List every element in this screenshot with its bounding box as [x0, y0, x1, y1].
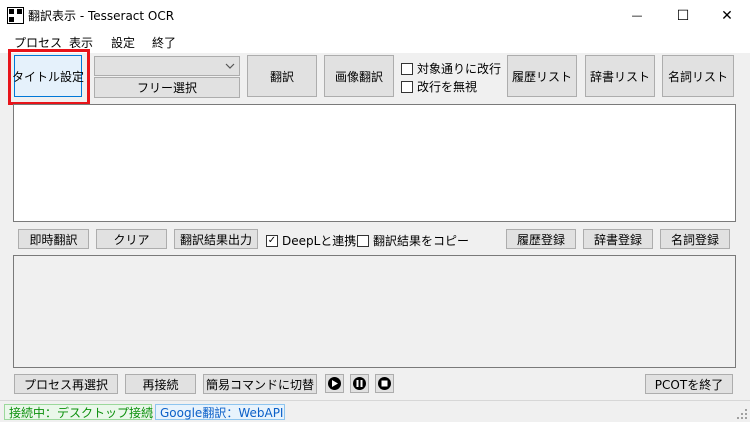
dictionary-list-button[interactable]: 辞書リスト [585, 55, 655, 97]
image-translate-button[interactable]: 画像翻訳 [324, 55, 394, 97]
copy-result-checkbox[interactable]: 翻訳結果をコピー [357, 232, 469, 249]
window-title: 翻訳表示 - Tesseract OCR [28, 9, 175, 23]
deepl-checkbox[interactable]: ✓ DeepLと連携 [266, 232, 356, 249]
minimize-icon: — [631, 9, 643, 22]
menu-bar: プロセス 表示 設定 終了 [0, 31, 750, 53]
free-select-button[interactable]: フリー選択 [94, 77, 240, 98]
reselect-process-button[interactable]: プロセス再選択 [14, 374, 118, 394]
engine-status: Google翻訳：WebAPI [155, 404, 285, 420]
noun-register-button[interactable]: 名詞登録 [660, 229, 730, 249]
maximize-button[interactable]: ☐ [660, 0, 706, 31]
app-icon [7, 7, 24, 24]
copy-result-label: 翻訳結果をコピー [373, 234, 470, 248]
play-button[interactable] [325, 374, 344, 393]
highlight-box [8, 49, 90, 105]
menu-settings[interactable]: 設定 [111, 34, 135, 51]
close-icon: ✕ [721, 7, 733, 24]
line-break-label: 対象通りに改行 [417, 62, 502, 76]
maximize-icon: ☐ [676, 7, 690, 24]
process-combo[interactable] [94, 56, 240, 76]
checkbox-box [357, 234, 369, 247]
status-bar: 接続中：デスクトップ接続 Google翻訳：WebAPI [0, 400, 750, 422]
connection-status: 接続中：デスクトップ接続 [4, 404, 153, 420]
ignore-break-label: 改行を無視 [417, 80, 478, 94]
translate-button[interactable]: 翻訳 [247, 55, 317, 97]
checkbox-box [401, 80, 413, 93]
source-text-area[interactable] [13, 104, 736, 222]
line-break-checkbox[interactable]: 対象通りに改行 [401, 60, 501, 77]
instant-translate-button[interactable]: 即時翻訳 [18, 229, 89, 249]
history-register-button[interactable]: 履歴登録 [506, 229, 576, 249]
pause-icon [353, 377, 366, 390]
result-text-area[interactable] [13, 255, 736, 368]
stop-icon [378, 377, 391, 390]
resize-grip-icon[interactable] [737, 409, 748, 420]
stop-button[interactable] [375, 374, 394, 393]
chevron-down-icon [225, 63, 235, 69]
quit-pcot-button[interactable]: PCOTを終了 [645, 374, 733, 394]
ignore-break-checkbox[interactable]: 改行を無視 [401, 78, 477, 95]
title-bar: 翻訳表示 - Tesseract OCR — ☐ ✕ [0, 0, 750, 31]
output-result-button[interactable]: 翻訳結果出力 [174, 229, 258, 249]
history-list-button[interactable]: 履歴リスト [507, 55, 577, 97]
noun-list-button[interactable]: 名詞リスト [662, 55, 734, 97]
reconnect-button[interactable]: 再接続 [125, 374, 196, 394]
close-button[interactable]: ✕ [704, 0, 750, 31]
switch-simple-command-button[interactable]: 簡易コマンドに切替 [203, 374, 317, 394]
dictionary-register-button[interactable]: 辞書登録 [583, 229, 653, 249]
check-icon: ✓ [266, 234, 278, 247]
menu-exit[interactable]: 終了 [152, 34, 176, 51]
pause-button[interactable] [350, 374, 369, 393]
minimize-button[interactable]: — [614, 0, 660, 31]
clear-button[interactable]: クリア [96, 229, 167, 249]
checkbox-box [401, 62, 413, 75]
play-icon [328, 377, 341, 390]
deepl-label: DeepLと連携 [282, 234, 357, 248]
